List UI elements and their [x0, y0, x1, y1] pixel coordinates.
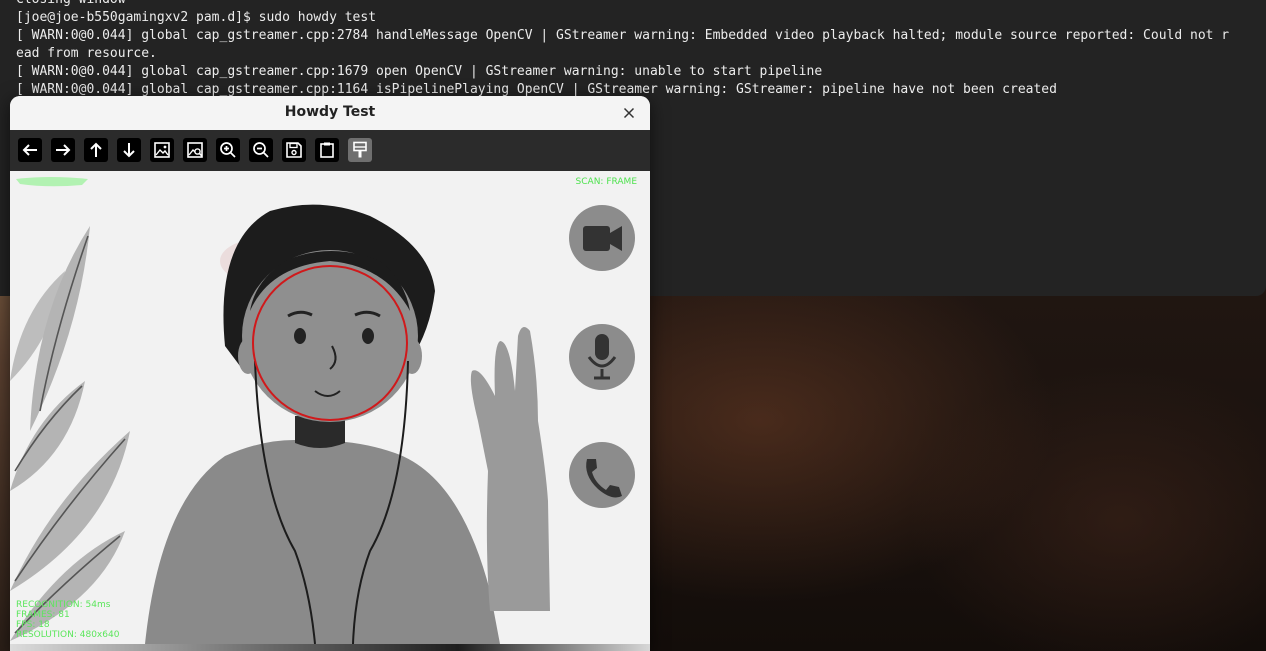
zoom-out-button[interactable] [249, 138, 273, 162]
stat-fps: FPS: 18 [16, 620, 50, 630]
image-toolbar [10, 130, 650, 171]
properties-button[interactable] [348, 138, 372, 162]
save-button[interactable] [282, 138, 306, 162]
arrow-right-icon [56, 144, 71, 156]
zoom-out-icon [253, 142, 269, 158]
paint-brush-icon [353, 141, 367, 158]
window-titlebar[interactable]: Howdy Test [10, 96, 650, 130]
fit-image-button[interactable] [150, 138, 174, 162]
zoom-in-icon [220, 142, 236, 158]
clipboard-icon [320, 142, 334, 158]
next-frame-preview [10, 644, 650, 651]
camera-frame-image [10, 177, 635, 644]
terminal-line: Closing window [16, 0, 1260, 9]
image-search-icon [187, 142, 203, 158]
phone-icon [569, 442, 635, 508]
recognition-stats: RECOGNITION: 54ms FRAMES: 81 FPS: 18 RES… [16, 600, 119, 640]
terminal-line: [joe@joe-b550gamingxv2 pam.d]$ sudo howd… [16, 10, 377, 25]
zoom-in-button[interactable] [216, 138, 240, 162]
terminal-line: ead from resource. [16, 46, 157, 61]
terminal-line: [ WARN:0@0.044] global cap_gstreamer.cpp… [16, 28, 1230, 43]
arrow-down-icon [123, 143, 135, 158]
scan-frame-label: SCAN: FRAME [575, 177, 637, 187]
window-title: Howdy Test [284, 104, 376, 120]
close-button[interactable] [618, 102, 640, 124]
close-icon [623, 107, 635, 119]
image-icon [154, 142, 170, 158]
arrow-left-icon [22, 144, 37, 156]
back-button[interactable] [18, 138, 42, 162]
terminal-output: Closing window [joe@joe-b550gamingxv2 pa… [16, 0, 1260, 99]
copy-to-clipboard-button[interactable] [315, 138, 339, 162]
save-icon [286, 142, 302, 158]
stat-recognition: RECOGNITION: 54ms [16, 600, 111, 610]
stat-resolution: RESOLUTION: 480x640 [16, 630, 120, 640]
camera-frame-view[interactable]: SCAN: FRAME RECOGNITION: 54ms FRAMES: 81… [10, 171, 650, 644]
terminal-line: [ WARN:0@0.044] global cap_gstreamer.cpp… [16, 64, 823, 79]
pan-up-button[interactable] [84, 138, 108, 162]
stat-frames: FRAMES: 81 [16, 610, 70, 620]
pan-down-button[interactable] [117, 138, 141, 162]
arrow-up-icon [90, 142, 102, 157]
howdy-test-window[interactable]: Howdy Test SCAN: FRAME RECOGNITION: 54ms… [10, 96, 650, 651]
original-size-button[interactable] [183, 138, 207, 162]
forward-button[interactable] [51, 138, 75, 162]
